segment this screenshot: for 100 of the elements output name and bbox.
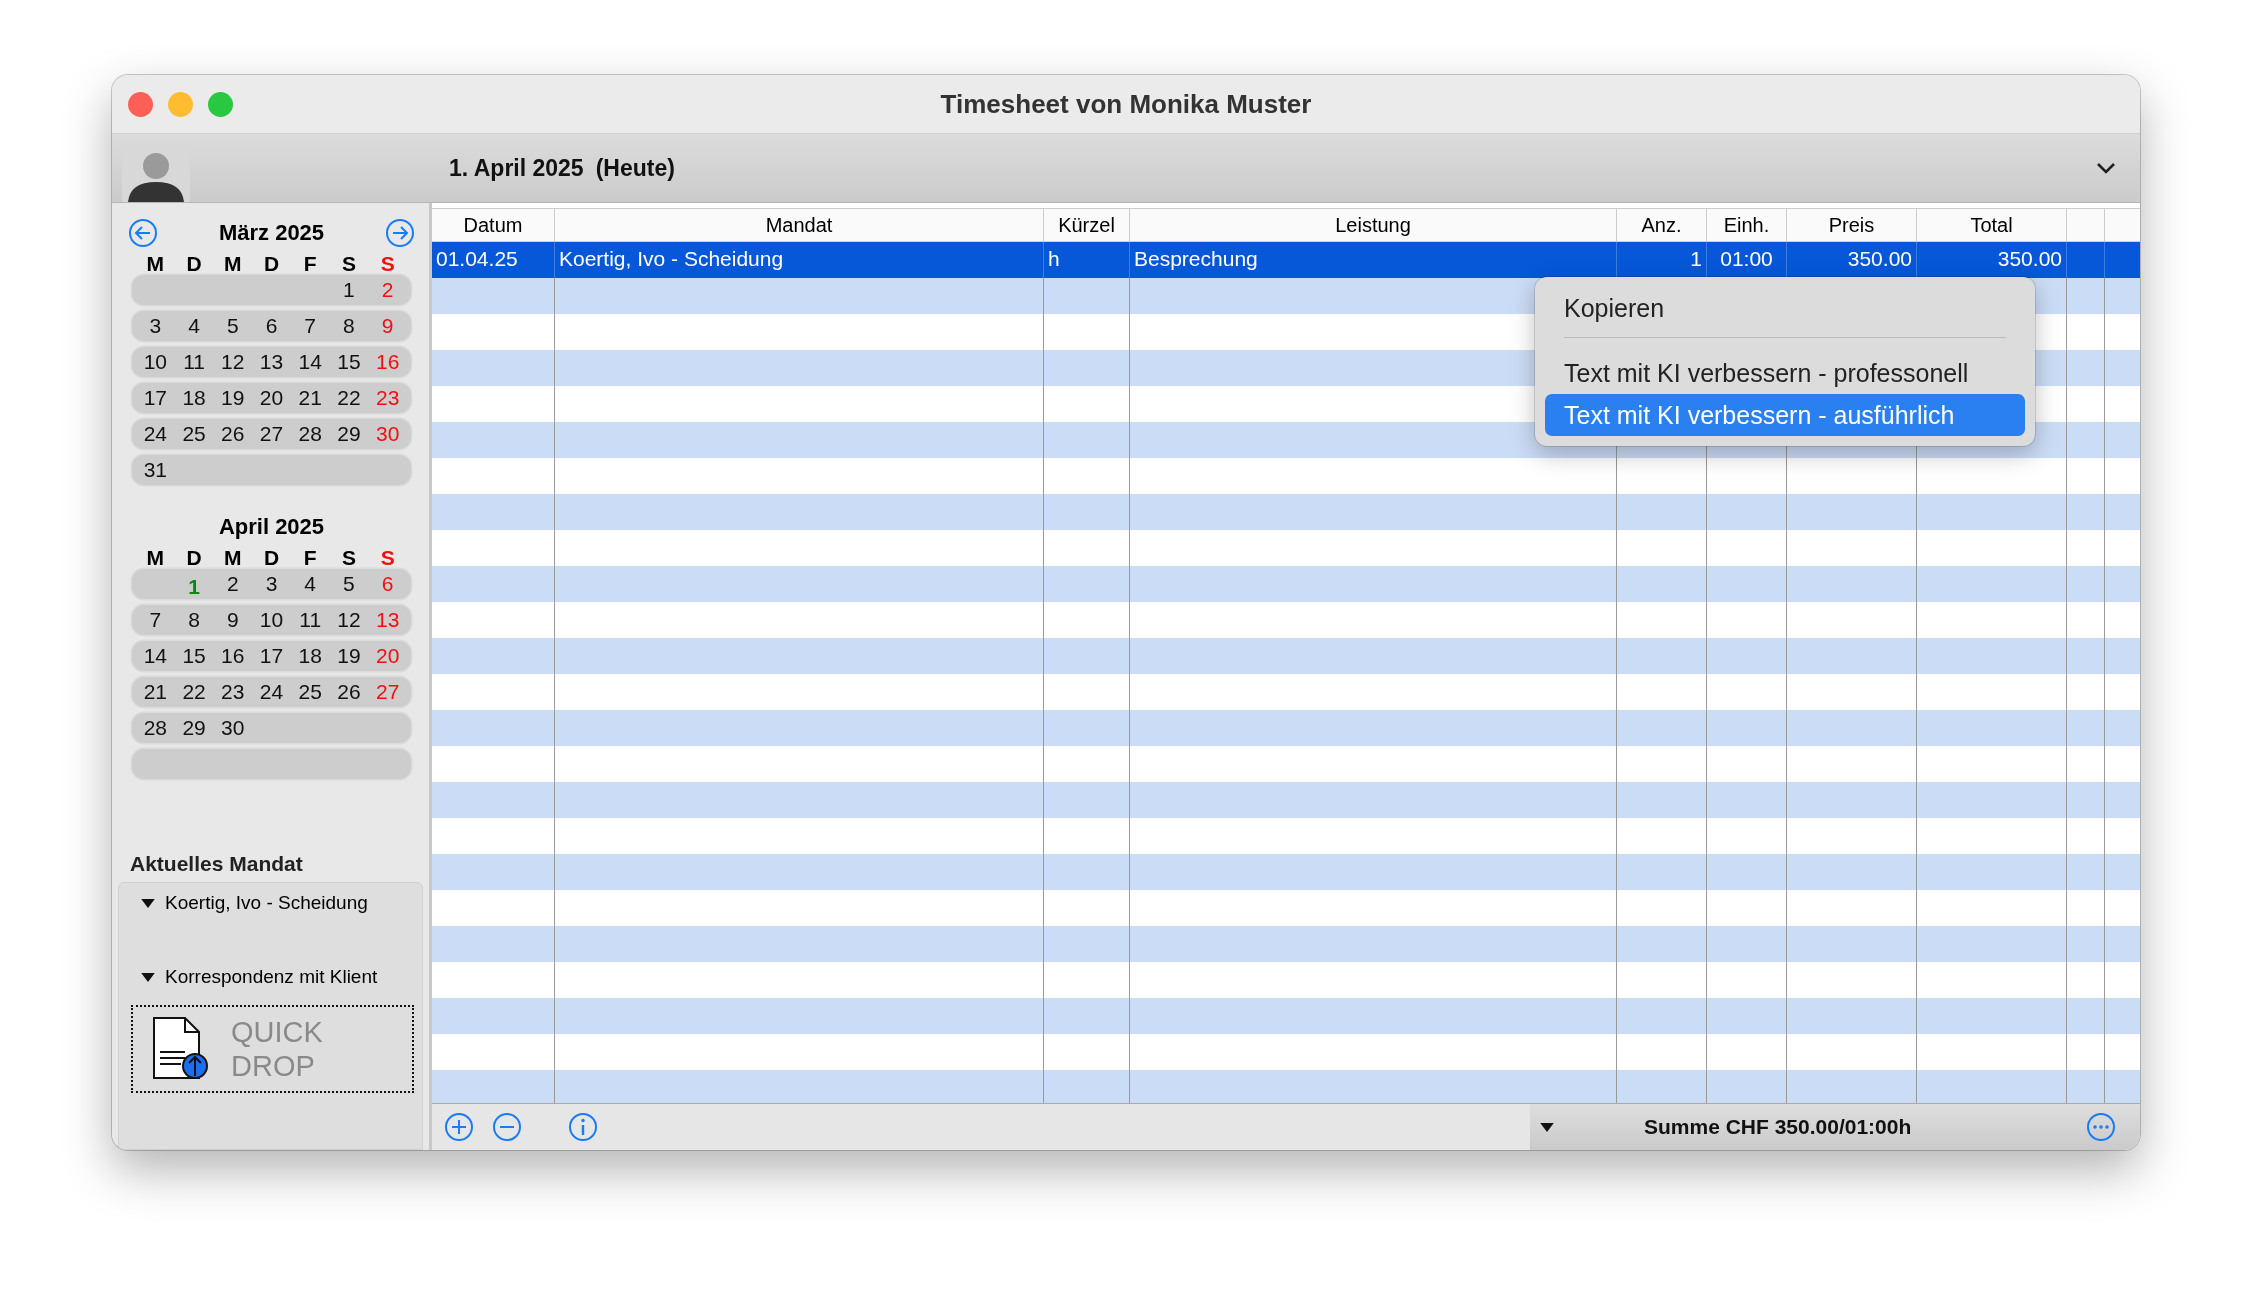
- calendar-day[interactable]: 11: [174, 350, 214, 374]
- window-title: Timesheet von Monika Muster: [940, 88, 1312, 120]
- calendar-day[interactable]: 11: [290, 608, 330, 632]
- calendar-day[interactable]: 17: [136, 386, 175, 410]
- weekday-label: D: [185, 547, 203, 569]
- calendar-day[interactable]: 5: [329, 572, 369, 596]
- calendar-day[interactable]: 21: [290, 386, 330, 410]
- calendar-day[interactable]: 3: [136, 314, 175, 338]
- add-icon[interactable]: [444, 1112, 474, 1142]
- mandate-selector[interactable]: Koertig, Ivo - Scheidung: [131, 889, 416, 917]
- calendar-day[interactable]: 21: [136, 680, 175, 704]
- column-header[interactable]: Kürzel: [1044, 209, 1130, 241]
- calendar-day[interactable]: 28: [136, 716, 175, 740]
- weekday-label: S: [340, 253, 357, 275]
- calendar-day[interactable]: 10: [136, 350, 175, 374]
- column-header[interactable]: Total: [1917, 209, 2067, 241]
- weekday-label: F: [302, 547, 318, 569]
- today-label: (Heute): [595, 154, 675, 182]
- weekday-label: D: [262, 547, 281, 569]
- weekday-label: M: [145, 547, 166, 569]
- calendar-day[interactable]: 7: [290, 314, 330, 338]
- disclosure-triangle-icon[interactable]: [141, 972, 155, 982]
- calendar-day[interactable]: 22: [174, 680, 214, 704]
- weekday-label: M: [145, 253, 166, 275]
- calendar-day[interactable]: 18: [174, 386, 214, 410]
- chevron-down-icon[interactable]: [2096, 162, 2116, 174]
- calendar-day[interactable]: 8: [174, 608, 214, 632]
- weekday-label: S: [379, 253, 396, 275]
- calendar-day[interactable]: 4: [174, 314, 214, 338]
- calendar-day[interactable]: 23: [213, 680, 253, 704]
- calendar-day[interactable]: 29: [329, 422, 369, 446]
- quick-drop-label: QUICK: [231, 1015, 323, 1049]
- calendar-day[interactable]: 26: [213, 422, 253, 446]
- mandate-selector[interactable]: Korrespondenz mit Klient: [131, 963, 416, 991]
- section-title: Aktuelles Mandat: [130, 852, 304, 876]
- calendar-day[interactable]: 24: [136, 422, 175, 446]
- calendar-day[interactable]: 25: [290, 680, 330, 704]
- current-date: 1. April 2025: [449, 154, 584, 182]
- calendar-day[interactable]: 4: [290, 572, 330, 596]
- sum-total: Summe CHF 350.00/01:00h: [1644, 1115, 1913, 1139]
- weekday-label: S: [379, 547, 396, 569]
- calendar-day[interactable]: 2: [213, 572, 253, 596]
- zoom-button[interactable]: [208, 91, 233, 117]
- calendar-day[interactable]: 16: [213, 644, 253, 668]
- calendar-day[interactable]: 9: [213, 608, 253, 632]
- weekday-label: M: [223, 253, 243, 275]
- more-icon[interactable]: [2086, 1112, 2116, 1142]
- quick-drop-label: DROP: [231, 1049, 316, 1083]
- calendar-day[interactable]: 12: [213, 350, 253, 374]
- menu-item[interactable]: Text mit KI verbessern - ausführlich: [1545, 394, 2025, 436]
- column-header[interactable]: Leistung: [1130, 209, 1617, 241]
- calendar-day[interactable]: 31: [136, 458, 175, 482]
- calendar-day[interactable]: 14: [290, 350, 330, 374]
- calendar-day[interactable]: 17: [252, 644, 291, 668]
- remove-icon[interactable]: [492, 1112, 522, 1142]
- calendar-day[interactable]: 20: [252, 386, 291, 410]
- calendar-day[interactable]: 15: [329, 350, 369, 374]
- weekday-label: F: [302, 253, 318, 275]
- calendar-day[interactable]: 26: [329, 680, 369, 704]
- calendar-day[interactable]: 25: [174, 422, 214, 446]
- calendar-day[interactable]: 19: [329, 644, 369, 668]
- weekday-label: D: [185, 253, 203, 275]
- calendar-day[interactable]: 1: [329, 278, 369, 302]
- info-icon[interactable]: [568, 1112, 598, 1142]
- calendar-day[interactable]: 15: [174, 644, 214, 668]
- month-title: April 2025: [218, 514, 325, 540]
- calendar-day[interactable]: 27: [252, 422, 291, 446]
- calendar-day[interactable]: 29: [174, 716, 214, 740]
- month-title: März 2025: [218, 220, 325, 246]
- calendar-day[interactable]: 18: [290, 644, 330, 668]
- mandate-label: Korrespondenz mit Klient: [165, 966, 378, 988]
- close-button[interactable]: [128, 91, 153, 117]
- calendar-day[interactable]: 13: [252, 350, 291, 374]
- dropdown-triangle-icon[interactable]: [1540, 1122, 1554, 1132]
- calendar-day[interactable]: 14: [136, 644, 175, 668]
- calendar-day[interactable]: 12: [329, 608, 369, 632]
- calendar-day[interactable]: 30: [213, 716, 253, 740]
- calendar-day[interactable]: 3: [252, 572, 291, 596]
- menu-item[interactable]: Kopieren: [1545, 287, 2025, 329]
- calendar-day[interactable]: 8: [329, 314, 369, 338]
- column-header[interactable]: Preis: [1787, 209, 1917, 241]
- document-upload-icon: [151, 1016, 209, 1082]
- calendar-day[interactable]: 10: [252, 608, 291, 632]
- weekday-label: M: [223, 547, 243, 569]
- disclosure-triangle-icon[interactable]: [141, 898, 155, 908]
- calendar-day[interactable]: 7: [136, 608, 175, 632]
- column-header[interactable]: Anz.: [1617, 209, 1707, 241]
- column-header[interactable]: Einh.: [1707, 209, 1787, 241]
- weekday-label: S: [340, 547, 357, 569]
- calendar-day[interactable]: 22: [329, 386, 369, 410]
- calendar-day[interactable]: 19: [213, 386, 253, 410]
- calendar-day[interactable]: 28: [290, 422, 330, 446]
- column-header[interactable]: Mandat: [555, 209, 1044, 241]
- mandate-label: Koertig, Ivo - Scheidung: [165, 892, 368, 914]
- menu-item[interactable]: Text mit KI verbessern - professonell: [1545, 352, 2025, 394]
- calendar-day[interactable]: 24: [252, 680, 291, 704]
- calendar-day[interactable]: 6: [252, 314, 291, 338]
- table-row[interactable]: 01.04.25 Koertig, Ivo - Scheidung h Besprechung 1 01:00 350.00 350.00: [432, 242, 2140, 278]
- column-header[interactable]: Datum: [432, 209, 555, 241]
- calendar-day[interactable]: 5: [213, 314, 253, 338]
